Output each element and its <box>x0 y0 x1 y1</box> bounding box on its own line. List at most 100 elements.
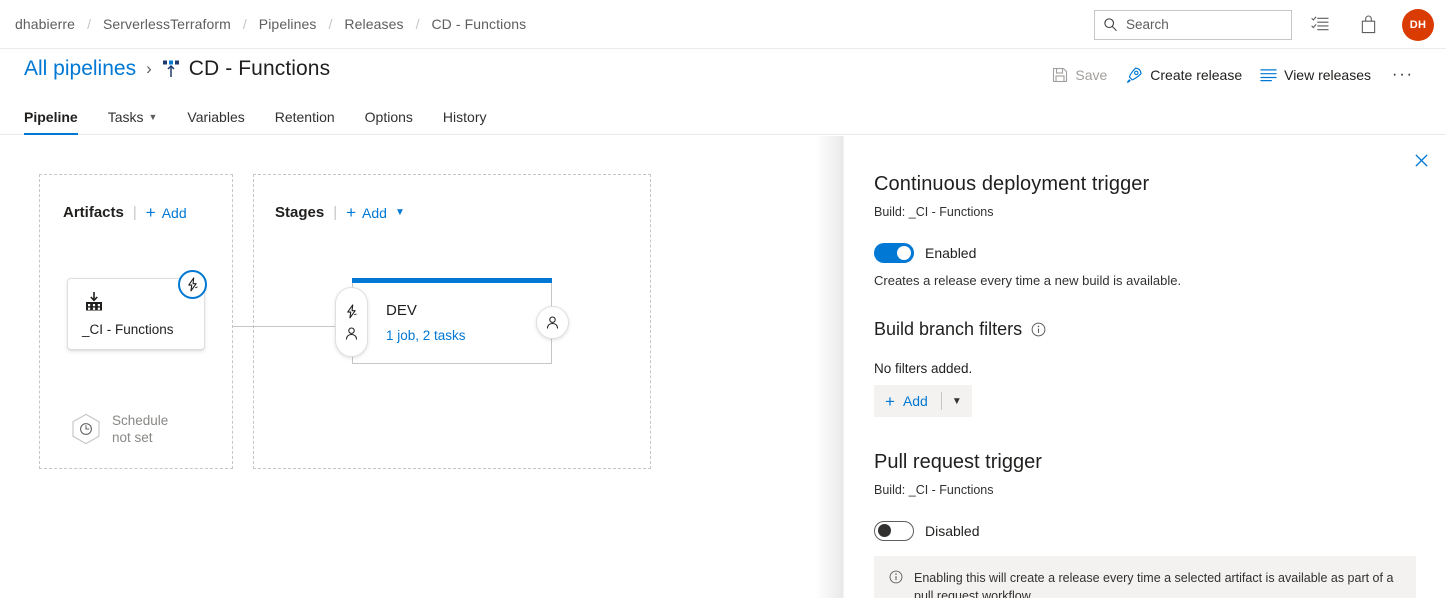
toggle-knob <box>897 246 911 260</box>
post-deployment-conditions[interactable] <box>536 306 569 339</box>
stage-card-dev[interactable]: DEV 1 job, 2 tasks <box>352 283 552 364</box>
avatar[interactable]: DH <box>1402 8 1434 41</box>
tab-retention-label: Retention <box>274 109 335 125</box>
pr-trigger-toggle[interactable] <box>874 521 914 541</box>
breadcrumb-separator: / <box>415 16 420 32</box>
chevron-down-icon[interactable]: ▼ <box>395 207 405 218</box>
branch-filters-empty-text: No filters added. <box>874 361 973 376</box>
header-chevron-icon: › <box>146 59 152 78</box>
schedule-line-1: Schedule <box>112 413 169 428</box>
schedule-trigger[interactable]: Schedule not set <box>71 412 168 446</box>
breadcrumb: dhabierre / ServerlessTerraform / Pipeli… <box>0 14 528 34</box>
breadcrumb-separator: / <box>328 16 333 32</box>
lightning-bolt-icon <box>344 303 359 319</box>
breadcrumb-item-organization[interactable]: dhabierre <box>13 14 77 34</box>
pr-trigger-notice-text: Enabling this will create a release ever… <box>914 571 1394 598</box>
stage-jobs-tasks-link[interactable]: 1 job, 2 tasks <box>386 328 466 343</box>
cd-trigger-subtitle: Build: _CI - Functions <box>874 205 994 219</box>
plus-icon: + <box>346 203 357 222</box>
create-release-label: Create release <box>1150 67 1243 83</box>
tab-tasks-label: Tasks <box>107 109 144 125</box>
cd-trigger-toggle[interactable] <box>874 243 914 263</box>
add-branch-filter-split-button: + Add ▼ <box>874 385 972 417</box>
search-placeholder: Search <box>1126 17 1169 32</box>
cd-trigger-title: Continuous deployment trigger <box>874 173 1150 195</box>
tab-options[interactable]: Options <box>365 109 413 134</box>
add-artifact-button[interactable]: + Add <box>146 204 187 221</box>
breadcrumb-item-pipelines[interactable]: Pipelines <box>257 14 319 34</box>
more-actions-button[interactable]: ··· <box>1380 61 1426 89</box>
trigger-settings-panel: Continuous deployment trigger Build: _CI… <box>843 136 1446 598</box>
breadcrumb-item-releases[interactable]: Releases <box>342 14 405 34</box>
schedule-line-2: not set <box>112 430 153 445</box>
artifact-stage-connector <box>233 326 337 327</box>
add-branch-filter-button[interactable]: + Add <box>874 385 941 417</box>
create-release-button[interactable]: Create release <box>1116 61 1251 89</box>
add-stage-label: Add <box>362 204 387 221</box>
rocket-icon <box>1125 66 1143 84</box>
breadcrumb-item-project[interactable]: ServerlessTerraform <box>101 14 233 34</box>
save-button[interactable]: Save <box>1043 62 1116 88</box>
pr-trigger-toggle-row: Disabled <box>874 521 1416 541</box>
top-bar-actions: Search DH <box>1094 0 1446 49</box>
tab-history[interactable]: History <box>443 109 487 134</box>
build-artifact-icon <box>84 291 104 312</box>
task-list-icon[interactable] <box>1300 7 1340 43</box>
page-title: CD - Functions <box>188 57 331 80</box>
pre-deployment-conditions[interactable] <box>335 287 368 357</box>
cd-trigger-description: Creates a release every time a new build… <box>874 273 1182 288</box>
close-icon[interactable] <box>1405 144 1437 176</box>
stages-header: Stages | + Add ▼ <box>275 204 405 221</box>
all-pipelines-link[interactable]: All pipelines <box>24 57 136 81</box>
add-artifact-label: Add <box>161 204 187 221</box>
artifacts-title: Artifacts <box>63 204 124 221</box>
tab-tasks[interactable]: Tasks ▼ <box>108 109 158 134</box>
tab-pipeline-label: Pipeline <box>24 109 78 125</box>
plus-icon: + <box>145 203 156 222</box>
branch-filters-title: Build branch filters <box>874 319 1023 339</box>
cd-trigger-toggle-label: Enabled <box>925 245 977 261</box>
page-header-commands: Save Create release View releases ··· <box>1043 61 1426 89</box>
top-navigation-bar: dhabierre / ServerlessTerraform / Pipeli… <box>0 0 1446 49</box>
add-branch-filter-label: Add <box>902 393 928 409</box>
page-header-left: All pipelines › CD - Functions <box>24 57 330 81</box>
person-icon <box>344 326 359 341</box>
branch-filters-title-row: Build branch filters <box>874 319 1416 340</box>
schedule-status: Schedule not set <box>112 412 168 446</box>
tab-pipeline[interactable]: Pipeline <box>24 109 78 135</box>
tab-variables[interactable]: Variables <box>187 109 244 134</box>
tab-options-label: Options <box>364 109 413 125</box>
stage-name: DEV <box>386 302 417 319</box>
artifacts-header: Artifacts | + Add <box>63 204 187 221</box>
tab-variables-label: Variables <box>187 109 245 125</box>
continuous-deployment-trigger-badge[interactable] <box>178 270 207 299</box>
shopping-bag-icon[interactable] <box>1348 7 1388 43</box>
tab-retention[interactable]: Retention <box>275 109 335 134</box>
breadcrumb-separator: / <box>242 16 247 32</box>
release-pipeline-icon <box>162 59 180 79</box>
person-icon <box>545 315 560 330</box>
chevron-down-icon[interactable]: ▼ <box>942 385 972 417</box>
artifacts-divider: | <box>132 204 137 221</box>
tab-history-label: History <box>442 109 487 125</box>
breadcrumb-separator: / <box>87 16 91 32</box>
plus-icon: + <box>885 391 895 411</box>
save-label: Save <box>1075 67 1108 83</box>
lightning-bolt-icon <box>185 277 200 292</box>
page-header: All pipelines › CD - Functions Save Crea… <box>0 49 1446 99</box>
schedule-hexagon-icon <box>71 413 101 445</box>
list-icon <box>1260 68 1277 82</box>
info-icon[interactable] <box>1031 322 1046 337</box>
azure-devops-release-pipeline-page: dhabierre / ServerlessTerraform / Pipeli… <box>0 0 1446 598</box>
info-icon <box>889 570 903 584</box>
add-stage-button[interactable]: + Add <box>346 204 387 221</box>
panel-content: Continuous deployment trigger Build: _CI… <box>874 173 1416 598</box>
view-releases-label: View releases <box>1284 67 1372 83</box>
search-input[interactable]: Search <box>1094 9 1292 40</box>
artifact-name: _CI - Functions <box>82 322 174 337</box>
breadcrumb-item-current[interactable]: CD - Functions <box>429 14 528 34</box>
pr-trigger-notice: Enabling this will create a release ever… <box>874 556 1416 598</box>
view-releases-button[interactable]: View releases <box>1251 62 1380 88</box>
stages-title: Stages <box>275 204 325 221</box>
pr-trigger-toggle-label: Disabled <box>925 523 980 539</box>
